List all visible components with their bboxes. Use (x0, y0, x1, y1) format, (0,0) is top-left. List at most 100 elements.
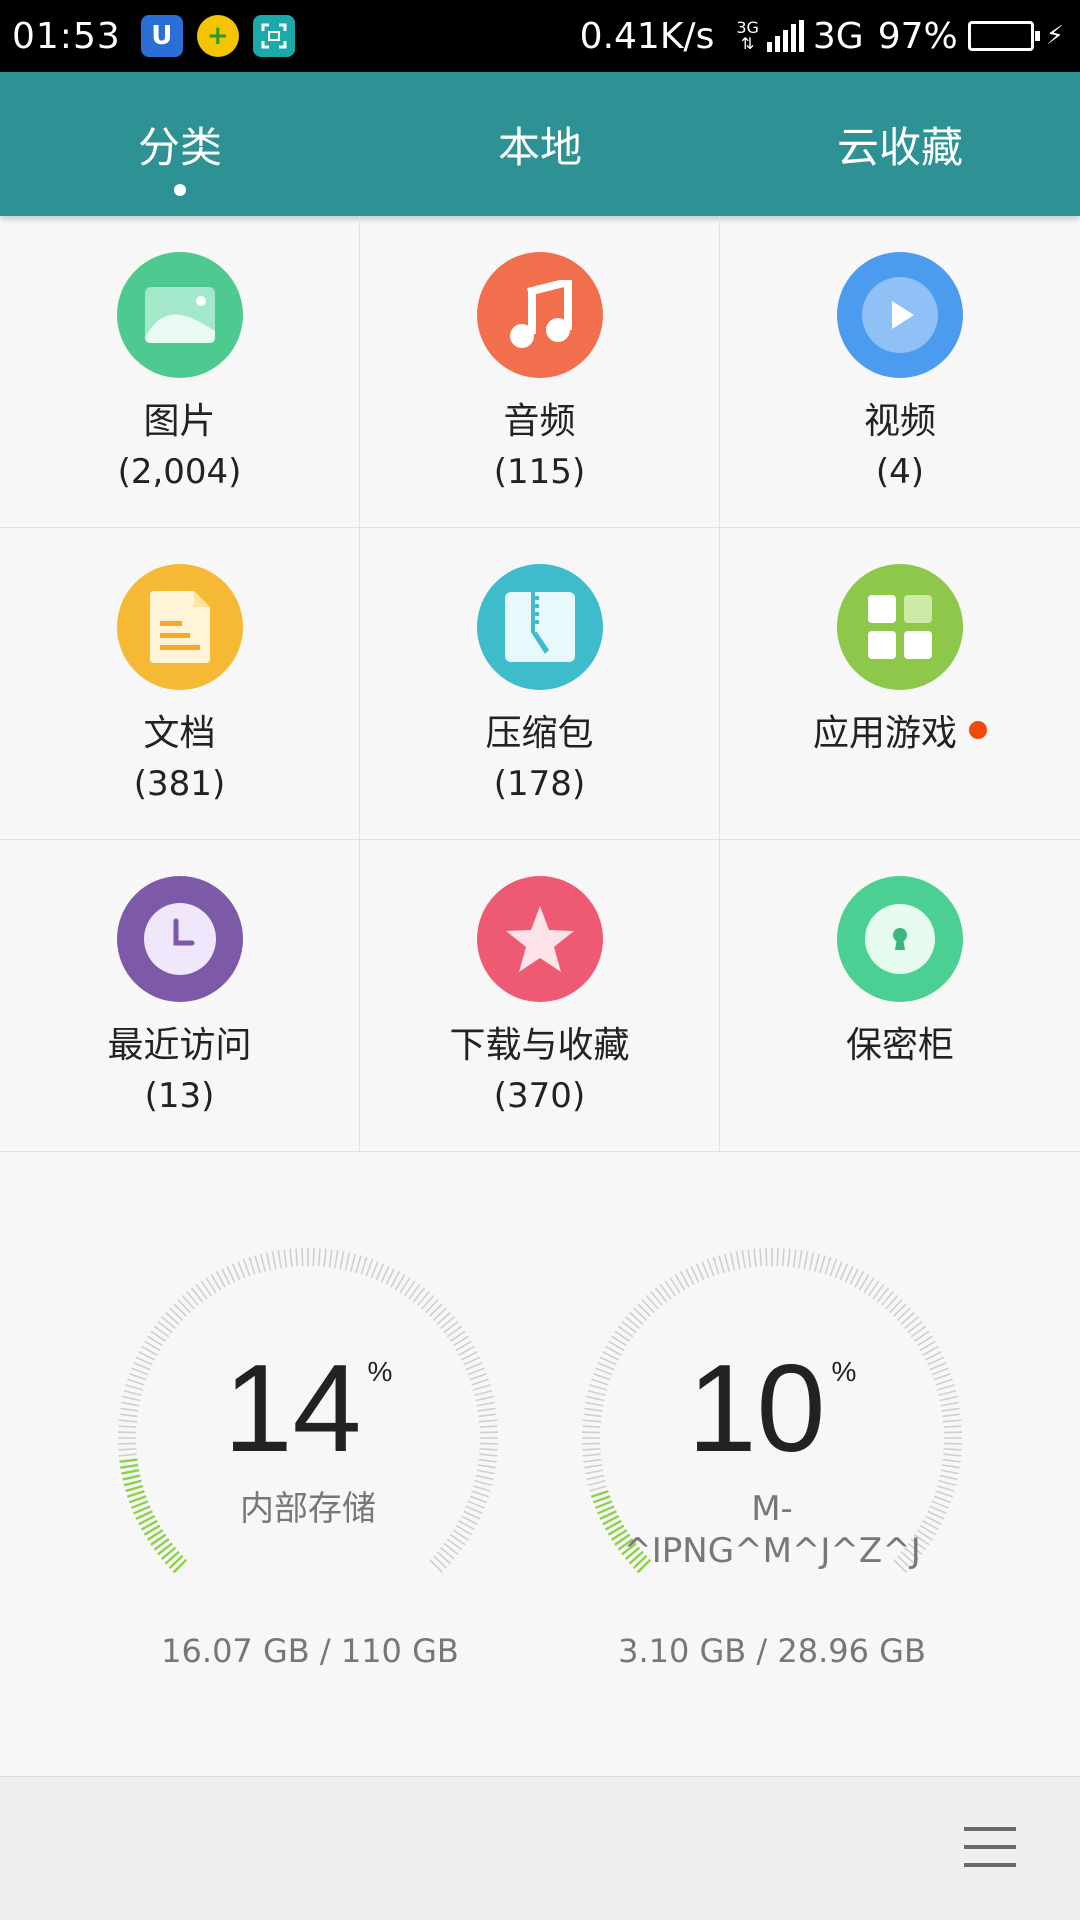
gauge-tick (834, 1261, 843, 1279)
gauge-tick (712, 1257, 720, 1275)
gauge-tick (295, 1248, 298, 1267)
gauge-tick (759, 1248, 762, 1267)
gauge-tick (701, 1261, 710, 1279)
gauge-tick (718, 1255, 725, 1274)
category-images[interactable]: 图片 (2,004) (0, 216, 360, 528)
gauge-tick (695, 1263, 705, 1281)
gauge-tick (283, 1249, 288, 1268)
category-label: 压缩包 (485, 713, 594, 754)
category-grid: 图片 (2,004) 音频 (115) 视频 (4) 文档 (381) 压缩包 … (0, 216, 1080, 1152)
star-icon (476, 876, 603, 1002)
category-count: (4) (875, 452, 925, 492)
gauge-tick (344, 1252, 351, 1271)
menu-icon[interactable] (964, 1827, 1016, 1867)
gauge-tick (301, 1248, 304, 1267)
category-count: (370) (493, 1076, 586, 1116)
network-type: 3G (812, 15, 864, 57)
gauge-tick (813, 1253, 821, 1272)
gauge-tick (355, 1255, 362, 1274)
battery-icon (967, 21, 1040, 51)
category-label: 保密柜 (845, 1025, 954, 1066)
storage-size: 3.10 GB / 28.96 GB (618, 1632, 926, 1670)
new-badge-dot (969, 721, 987, 739)
category-count: (2,004) (117, 452, 242, 492)
sd-storage-gauge[interactable]: 10% M- ^IPNG^M^J^Z^J (582, 1248, 962, 1628)
gauge-tick (792, 1249, 797, 1268)
gauge-tick (741, 1250, 746, 1269)
category-label: 应用游戏 (813, 704, 987, 756)
gauge-tick (375, 1263, 385, 1281)
gauge-tick (753, 1248, 757, 1267)
gauge-tick (277, 1250, 282, 1269)
tab-local[interactable]: 本地 (360, 72, 720, 216)
gauge-tick (360, 1257, 368, 1275)
gauge-tick (706, 1258, 715, 1277)
tab-label: 本地 (497, 122, 582, 172)
gauge-tick (765, 1248, 768, 1267)
apps-icon (837, 564, 963, 690)
category-audio[interactable]: 音频 (115) (360, 216, 720, 528)
category-count: (381) (133, 764, 226, 804)
category-safe-box[interactable]: 保密柜 (720, 840, 1080, 1152)
notification-app-icon: U (140, 15, 183, 57)
category-count: (178) (493, 764, 586, 804)
gauge-tick (735, 1251, 741, 1270)
gauge-tick (839, 1263, 849, 1281)
category-recent[interactable]: 最近访问 (13) (0, 840, 360, 1152)
category-label: 下载与收藏 (449, 1025, 630, 1066)
gauge-tick (782, 1248, 785, 1267)
gauge-tick (271, 1251, 277, 1270)
storage-percent: 14% (223, 1340, 393, 1478)
gauge-tick (334, 1250, 339, 1269)
gauge-tick (328, 1249, 333, 1268)
category-count: (13) (144, 1076, 215, 1116)
zip-icon (476, 564, 603, 690)
gauge-tick (259, 1253, 267, 1272)
gauge-tick (747, 1249, 752, 1268)
gauge-tick-used (123, 1479, 142, 1487)
notification-plus-icon: + (196, 15, 239, 57)
gauge-tick (265, 1252, 272, 1271)
category-documents[interactable]: 文档 (381) (0, 528, 360, 840)
gauge-tick (231, 1263, 241, 1281)
gauge-tick (829, 1258, 838, 1277)
data-arrows-icon: 3G ⇅ (736, 18, 759, 53)
tab-label: 分类 (137, 122, 222, 172)
gauge-tick (824, 1257, 832, 1275)
gauge-tick (254, 1255, 261, 1274)
battery-percent: 97% (877, 15, 958, 57)
internal-storage-gauge[interactable]: 14% 内部存储 (118, 1248, 498, 1628)
category-count: (115) (493, 452, 586, 492)
category-video[interactable]: 视频 (4) (720, 216, 1080, 528)
tab-cloud-favorites[interactable]: 云收藏 (720, 72, 1080, 216)
status-bar: 01:53 U + 0.41K/s 3G ⇅ 3G 97% ⚡ (0, 0, 1080, 72)
storage-percent: 10% (687, 1340, 857, 1478)
storage-section: 14% 内部存储 16.07 GB / 110 GB 10% M- ^IPNG^… (0, 1152, 1080, 1776)
category-apps-games[interactable]: 应用游戏 (720, 528, 1080, 840)
active-tab-indicator (174, 184, 186, 196)
gauge-tick (808, 1252, 815, 1271)
gauge-tick (370, 1261, 379, 1279)
gauge-tick (798, 1250, 803, 1269)
category-label: 最近访问 (107, 1025, 252, 1066)
clock-icon (116, 876, 243, 1002)
lock-icon (837, 876, 963, 1002)
bottom-bar (0, 1776, 1080, 1920)
category-downloads-favorites[interactable]: 下载与收藏 (370) (360, 840, 720, 1152)
network-speed: 0.41K/s (579, 15, 715, 57)
gauge-tick (289, 1248, 293, 1267)
gauge-tick (242, 1258, 251, 1277)
storage-size: 16.07 GB / 110 GB (161, 1632, 459, 1670)
gauge-tick (237, 1261, 246, 1279)
music-icon (476, 252, 603, 378)
play-icon (837, 252, 963, 378)
gauge-tick (723, 1253, 731, 1272)
category-archives[interactable]: 压缩包 (178) (360, 528, 720, 840)
tab-bar: 分类 本地 云收藏 (0, 72, 1080, 216)
charging-icon: ⚡ (1045, 21, 1064, 51)
gauge-tick (349, 1253, 357, 1272)
document-icon (116, 564, 243, 690)
gauge-tick (318, 1248, 321, 1267)
category-label: 图片 (143, 401, 216, 442)
tab-category[interactable]: 分类 (0, 72, 360, 216)
